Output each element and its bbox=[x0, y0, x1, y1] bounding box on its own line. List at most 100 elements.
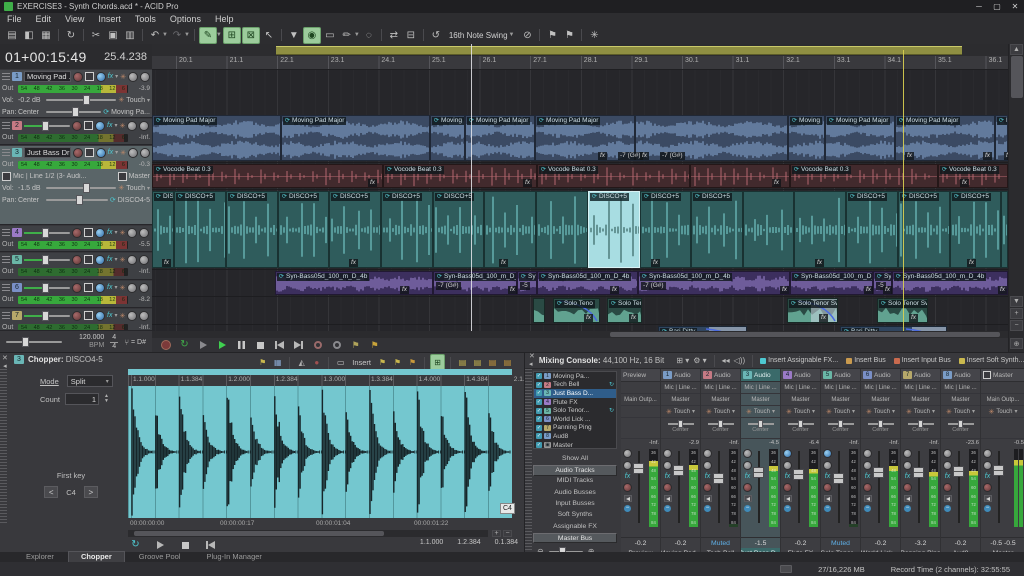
chevron-down-icon[interactable]: ▾ bbox=[892, 408, 895, 415]
new-button[interactable]: ▤ bbox=[4, 28, 20, 43]
record-arm-icon[interactable] bbox=[663, 483, 672, 492]
bus-b-icon[interactable] bbox=[140, 72, 150, 82]
audio-clip[interactable]: ⟳Moving Pad Major bbox=[281, 115, 430, 161]
vol-value[interactable]: -1.5 dB bbox=[18, 185, 44, 192]
fx-badge[interactable]: fx bbox=[909, 314, 918, 322]
audio-clip[interactable]: ⟳Syn-Bass05d_100_m_D_4b-7 (G#) bbox=[433, 271, 517, 295]
slider-handle[interactable] bbox=[42, 228, 49, 238]
volume-slider[interactable] bbox=[46, 99, 116, 101]
record-arm-icon[interactable] bbox=[72, 121, 82, 131]
edit-cursor[interactable] bbox=[471, 44, 472, 331]
fx-badge[interactable]: fx bbox=[400, 286, 409, 294]
fx-icon[interactable]: fx bbox=[107, 229, 112, 236]
chevron-down-icon[interactable]: ▾ bbox=[114, 312, 117, 319]
audio-clip[interactable] bbox=[484, 191, 536, 268]
mixer-strip-preview[interactable]: Preview Main Outp...-Inf.fx−364248546066… bbox=[621, 369, 660, 559]
audio-clip[interactable]: ⟳DISCO+5 bbox=[898, 191, 950, 268]
knob-icon[interactable] bbox=[903, 461, 912, 470]
timeline-v-scrollbar[interactable]: ▲▼+−⊕ bbox=[1008, 44, 1024, 352]
strip-bus-row[interactable]: Master bbox=[661, 394, 700, 406]
audio-clip[interactable]: ⟳DIS bbox=[152, 191, 174, 268]
audio-clip[interactable]: ⟳Syn-5 bbox=[517, 271, 537, 295]
bus-icon[interactable] bbox=[118, 172, 127, 181]
audio-clip[interactable]: ⟳Vocode Beat 0.3 bbox=[790, 164, 938, 188]
marker-b-button[interactable]: ⚑ bbox=[367, 339, 382, 351]
strip-pan-row[interactable]: Center bbox=[861, 418, 900, 439]
track-device[interactable]: DISCO4-5 bbox=[118, 197, 150, 204]
time-display[interactable]: 01+00:15:49 25.4.238 bbox=[0, 44, 152, 69]
audio-clip[interactable]: ⟳Syn-Bass05d_100_m_D_4b bbox=[892, 271, 1008, 295]
tempo-slider[interactable] bbox=[6, 341, 62, 343]
zoom-in-track-button[interactable]: + bbox=[1010, 308, 1023, 319]
track-grip-icon[interactable] bbox=[2, 256, 10, 263]
fader-handle[interactable] bbox=[833, 473, 844, 484]
timeline-area[interactable]: 20.121.122.123.124.125.126.127.128.129.1… bbox=[152, 44, 1008, 352]
strip-automation-row[interactable]: ✳Touch▾ bbox=[861, 406, 900, 418]
audio-clip[interactable] bbox=[743, 191, 794, 268]
tab-explorer[interactable]: Explorer bbox=[14, 552, 66, 562]
record-arm-icon[interactable] bbox=[823, 483, 832, 492]
pitch-badge[interactable]: -7 (G#) bbox=[660, 152, 685, 160]
strip-input-row[interactable]: Mic | Line ... bbox=[661, 382, 700, 394]
timeline-h-scrollbar[interactable] bbox=[152, 331, 1008, 338]
pan-handle[interactable] bbox=[72, 107, 79, 117]
slider-handle[interactable] bbox=[42, 255, 49, 265]
audio-clip[interactable]: ⟳Syn-Bass05d_100_m_D_4b bbox=[537, 271, 638, 295]
chop-marker1-icon[interactable]: ⚑ bbox=[376, 355, 389, 370]
track-header-5[interactable]: 5fx▾✳Out54484236302418126-Inf. bbox=[0, 253, 152, 280]
strip-automation-row[interactable]: ✳Touch▾ bbox=[701, 406, 740, 418]
audio-clip[interactable]: ⟳Moving bbox=[788, 115, 825, 161]
fx-badge[interactable]: fx bbox=[523, 179, 532, 187]
strip-header[interactable]: 7Audio bbox=[901, 369, 940, 382]
mute-icon[interactable]: − bbox=[624, 505, 631, 512]
track-volume-slider[interactable] bbox=[24, 232, 70, 234]
solo-icon[interactable] bbox=[84, 255, 93, 264]
phones-icon[interactable] bbox=[95, 311, 105, 321]
track-header-3[interactable]: 3Just Bass Drum 3fx▾✳Out5448423630241812… bbox=[0, 146, 152, 225]
time-signature-numerator[interactable]: 4 bbox=[112, 334, 116, 342]
fx-badge[interactable]: fx bbox=[610, 286, 619, 294]
audio-clip[interactable]: ⟳Vocode Beat 0.3 bbox=[537, 164, 690, 188]
track-header-7[interactable]: 7fx▾✳Out54484236302418126-Inf. bbox=[0, 309, 152, 331]
chevron-down-icon[interactable]: ▾ bbox=[932, 408, 935, 415]
chopper-h-scrollbar[interactable] bbox=[128, 530, 488, 537]
project-key[interactable]: = D# bbox=[131, 339, 146, 346]
automation-flower-icon[interactable]: ✳ bbox=[120, 73, 126, 81]
phones-icon[interactable] bbox=[783, 449, 792, 458]
chevron-down-icon[interactable]: ▾ bbox=[147, 185, 150, 192]
pan-handle[interactable] bbox=[878, 420, 883, 428]
fx-badge[interactable]: fx bbox=[960, 179, 969, 187]
mixer-strip-master[interactable]: Master Main Outp...✳Touch▾-0.5fx−-0.5 -0… bbox=[981, 369, 1024, 559]
fit-button[interactable]: ⊟ bbox=[403, 28, 419, 43]
pitch-badge[interactable]: -7 (G#) bbox=[618, 152, 643, 160]
bus-a-icon[interactable] bbox=[127, 283, 137, 293]
mute-icon[interactable]: − bbox=[864, 505, 871, 512]
audio-clip[interactable]: ⟳DISCO+5 bbox=[381, 191, 433, 268]
chop-marker3-icon[interactable]: ⚑ bbox=[406, 355, 419, 370]
audio-clip[interactable]: ⟳Syn-Bass05d_100_m_D_4b bbox=[790, 271, 873, 295]
track-bus[interactable]: Master bbox=[129, 173, 150, 180]
maximize-button[interactable]: ▢ bbox=[988, 2, 1006, 11]
mixer-list-item-flute-fx[interactable]: ✓4Flute FX bbox=[534, 398, 616, 407]
strip-bus-row[interactable]: Master bbox=[781, 394, 820, 406]
pan-handle[interactable] bbox=[958, 420, 963, 428]
strip-bus-row[interactable]: Master bbox=[701, 394, 740, 406]
menu-help[interactable]: Help bbox=[208, 13, 241, 26]
multi-paint-tool-button[interactable]: ⊠ bbox=[242, 27, 260, 44]
track-input[interactable]: Mic | Line 1/2 (3- Audi... bbox=[13, 173, 116, 180]
bus-a-icon[interactable] bbox=[127, 121, 137, 131]
fx-badge[interactable]: fx bbox=[905, 152, 914, 160]
strip-automation-row[interactable]: ✳Touch▾ bbox=[661, 406, 700, 418]
fx-icon[interactable]: fx bbox=[705, 473, 710, 480]
strip-pan-row[interactable]: Center bbox=[781, 418, 820, 439]
save-button[interactable]: ▦ bbox=[38, 28, 54, 43]
output-select-button[interactable] bbox=[744, 495, 752, 502]
mixer-speaker-icon[interactable]: ◁)) bbox=[734, 356, 745, 365]
fx-icon[interactable]: fx bbox=[905, 473, 910, 480]
loop-playback-button[interactable]: ↻ bbox=[177, 339, 192, 351]
chevron-down-icon[interactable]: ▾ bbox=[114, 256, 117, 263]
chopper-stop-button[interactable] bbox=[178, 539, 193, 551]
strip-pan-row[interactable]: Center bbox=[821, 418, 860, 439]
strip-pan-row[interactable] bbox=[621, 418, 660, 439]
fx-icon[interactable]: fx bbox=[785, 473, 790, 480]
